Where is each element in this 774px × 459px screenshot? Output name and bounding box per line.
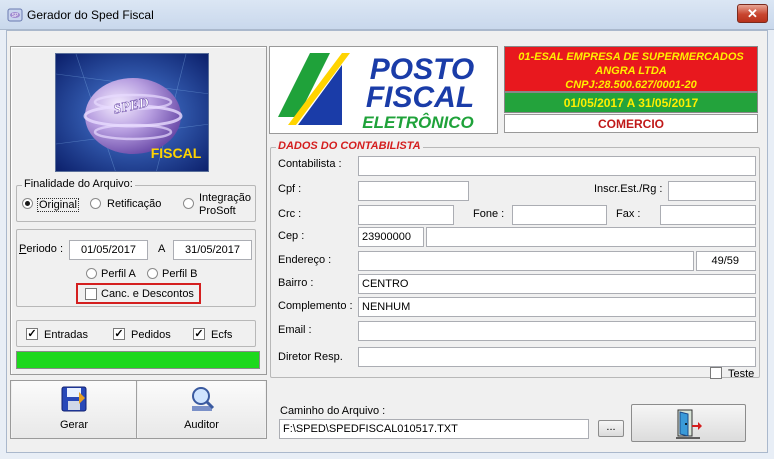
radio-perfil-b-dot[interactable] [147,268,158,279]
caminho-input[interactable]: F:\SPED\SPEDFISCAL010517.TXT [279,419,589,439]
exit-button[interactable] [631,404,746,442]
posto-fiscal-logo: POSTO FISCAL ELETRÔNICO [278,53,474,132]
brand-panel: POSTO FISCAL ELETRÔNICO [269,46,498,134]
cep-input[interactable]: 23900000 [358,227,424,247]
radio-original-label[interactable]: Original [37,198,79,212]
teste-checkbox-box[interactable] [710,367,722,379]
teste-checkbox[interactable] [710,367,722,382]
periodo-label-rest: eriodo : [26,243,64,255]
fiscal-logo-text: FISCAL [151,145,202,161]
exit-door-icon [675,409,702,439]
radio-retificacao[interactable] [90,198,101,212]
diretor-input[interactable] [358,347,756,367]
app-icon: SP [7,7,23,23]
radio-integracao-dot[interactable] [183,198,194,209]
fone-label: Fone : [473,208,505,220]
empresa-period-box: 01/05/2017 A 31/05/2017 [504,92,758,113]
inscr-label: Inscr.Est./Rg : [594,183,663,195]
brand-line2: FISCAL [366,81,474,114]
floppy-icon [61,386,87,412]
finalidade-label: Finalidade do Arquivo: [22,178,135,190]
radio-perfil-a[interactable] [86,268,97,282]
bairro-label: Bairro : [278,277,314,289]
bairro-input[interactable]: CENTRO [358,274,756,294]
close-button[interactable]: ✕ [737,4,768,23]
radio-original-dot[interactable] [22,198,33,209]
brand-line3: ELETRÔNICO [362,113,473,132]
sped-logo: SPED FISCAL [55,53,209,172]
svg-text:SP: SP [12,13,19,19]
pedidos-label[interactable]: Pedidos [131,329,171,341]
button-divider [136,381,137,438]
radio-perfil-b[interactable] [147,268,158,282]
cep-label: Cep : [278,230,305,242]
magnifier-icon [191,387,214,411]
radio-original[interactable] [22,198,33,212]
contabilista-input[interactable] [358,156,756,176]
fax-label: Fax : [616,208,641,220]
endereco-input[interactable] [358,251,694,271]
radio-perfil-a-label[interactable]: Perfil A [101,268,136,280]
complemento-input[interactable]: NENHUM [358,297,756,317]
inscr-input[interactable] [668,181,756,201]
cep-extra-input[interactable] [426,227,756,247]
empresa-name1: 01-ESAL EMPRESA DE SUPERMERCADOS [518,51,744,63]
fax-input[interactable] [660,205,756,225]
canc-label[interactable]: Canc. e Descontos [101,288,194,300]
auditor-label[interactable]: Auditor [138,419,265,431]
empresa-name2: ANGRA LTDA [595,65,667,77]
auditor-button[interactable]: Auditor [138,381,265,438]
empresa-cnpj: CNPJ:28.500.627/0001-20 [565,79,697,91]
radio-integracao[interactable] [183,198,194,212]
email-input[interactable] [358,321,756,341]
periodo-end-input[interactable]: 31/05/2017 [173,240,252,260]
pedidos-checkbox[interactable]: ✓ [113,328,125,340]
canc-checkbox-box[interactable] [85,288,97,300]
email-label: Email : [278,324,312,336]
crc-label: Crc : [278,208,302,220]
radio-retificacao-label[interactable]: Retificação [107,198,161,210]
contabilista-label: Contabilista : [278,158,342,170]
window-title: Gerador do Sped Fiscal [27,8,154,22]
pedidos-check-mark[interactable]: ✓ [113,328,125,340]
fone-input[interactable] [512,205,607,225]
teste-label[interactable]: Teste [728,368,754,380]
radio-perfil-a-dot[interactable] [86,268,97,279]
ecfs-label[interactable]: Ecfs [211,329,232,341]
radio-integracao-label[interactable]: Integração ProSoft [199,192,255,218]
entradas-label[interactable]: Entradas [44,329,88,341]
periodo-label: Periodo : [19,243,64,255]
empresa-tipo-box: COMERCIO [504,114,758,133]
progress-bar [16,351,260,369]
progress-fill [17,352,259,368]
empresa-box: 01-ESAL EMPRESA DE SUPERMERCADOS ANGRA L… [504,46,758,92]
entradas-checkbox[interactable]: ✓ [26,328,38,340]
endereco-label: Endereço : [278,254,332,266]
caminho-label: Caminho do Arquivo : [280,405,386,417]
canc-checkbox[interactable] [85,288,97,303]
entradas-check-mark[interactable]: ✓ [26,328,38,340]
cpf-label: Cpf : [278,183,302,195]
radio-retificacao-dot[interactable] [90,198,101,209]
radio-perfil-b-label[interactable]: Perfil B [162,268,197,280]
gerar-button[interactable]: Gerar [12,381,136,438]
crc-input[interactable] [358,205,454,225]
gerar-label[interactable]: Gerar [12,419,136,431]
periodo-start-input[interactable]: 01/05/2017 [69,240,148,260]
diretor-label: Diretor Resp. [278,351,343,363]
contabilista-section-title: DADOS DO CONTABILISTA [276,140,423,152]
cpf-input[interactable] [358,181,469,201]
periodo-sep: A [158,243,166,255]
ecfs-checkbox[interactable]: ✓ [193,328,205,340]
browse-button[interactable]: ... [598,420,624,437]
complemento-label: Complemento : [278,300,353,312]
endereco-num-input[interactable]: 49/59 [696,251,756,271]
ecfs-check-mark[interactable]: ✓ [193,328,205,340]
